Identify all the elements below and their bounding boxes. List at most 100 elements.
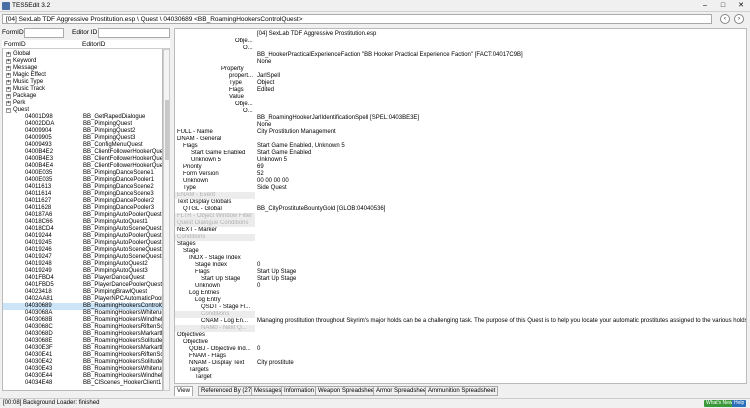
close-button[interactable]: ✕ xyxy=(732,0,750,11)
field-label[interactable]: Start Up Stage xyxy=(175,276,255,283)
record-row[interactable]: 04011627 BB_PimpingDancePooler2 xyxy=(3,198,162,205)
field-label[interactable] xyxy=(175,59,255,66)
record-row[interactable]: 04011613 BB_PimpingDanceScene2 xyxy=(3,184,162,191)
record-tree[interactable]: + Global + Keyword + Message + Magic Effect + Mus… xyxy=(2,49,163,391)
field-label[interactable]: Unknown xyxy=(175,178,255,185)
expand-toggle-icon[interactable]: + xyxy=(6,59,11,64)
record-row[interactable]: 0403068D BB_RoamingHookersMarkarth xyxy=(3,331,162,338)
field-value[interactable]: None xyxy=(257,59,271,66)
expand-toggle-icon[interactable]: + xyxy=(6,80,11,85)
expand-toggle-icon[interactable]: + xyxy=(6,87,11,92)
category-item[interactable]: Perk xyxy=(13,100,25,107)
field-label[interactable]: Priority xyxy=(175,164,255,171)
back-icon[interactable]: ‹ xyxy=(720,14,730,24)
record-tree-scrollbar[interactable] xyxy=(163,49,170,391)
forward-icon[interactable]: › xyxy=(734,14,744,24)
tab-1[interactable]: Referenced By (27) xyxy=(198,386,257,396)
field-label[interactable] xyxy=(175,115,255,122)
field-label[interactable]: Flags xyxy=(175,143,255,150)
field-value[interactable]: 52 xyxy=(257,171,264,178)
record-row[interactable]: 0400E035 BB_PimpingDancePooler1 xyxy=(3,177,162,184)
field-value[interactable]: Start Up Stage xyxy=(257,269,296,276)
record-row[interactable]: 04030689 BB_RoamingHookersControlQ... xyxy=(3,303,162,310)
field-value[interactable]: JarlSpell xyxy=(257,73,280,80)
record-row[interactable]: 0400B4E4 BB_ClientFollowerHookerQuest xyxy=(3,163,162,170)
field-label[interactable]: O... xyxy=(175,108,255,115)
field-value[interactable]: 00 00 00 00 xyxy=(257,178,289,185)
field-label[interactable]: QSDT - Stage Fl... xyxy=(175,304,255,311)
field-value[interactable]: BB_HookerPracticalExperienceFaction "BB … xyxy=(257,52,523,59)
record-row[interactable]: 04001D98 BB_GetRapedDialogue xyxy=(3,114,162,121)
record-row[interactable]: 04009904 BB_PimpingQuest2 xyxy=(3,128,162,135)
record-row[interactable]: 04030E42 BB_RoamingHookersSolitude xyxy=(3,359,162,366)
category-item[interactable]: Music Track xyxy=(13,86,45,93)
field-value[interactable]: 69 xyxy=(257,164,264,171)
field-value[interactable]: Start Up Stage xyxy=(257,276,296,283)
record-row[interactable]: 04034E48 BB_ClScenes_HookerClient1 xyxy=(3,380,162,387)
record-row[interactable]: 04019247 BB_PimpingAutoSceneQuest3 xyxy=(3,254,162,261)
field-label[interactable]: ENAM - Event xyxy=(175,192,255,199)
record-row[interactable]: 0400E035 BB_PimpingDanceScene1 xyxy=(3,170,162,177)
record-row[interactable]: 04009905 BB_PimpingQuest3 xyxy=(3,135,162,142)
category-item[interactable]: Magic Effect xyxy=(13,72,46,79)
tab-5[interactable]: Armor Spreadsheet xyxy=(373,386,432,396)
field-label[interactable]: NAM0 - Next Q... xyxy=(175,325,255,332)
record-row[interactable]: 04018C66 BB_PimpingAutoQuest1 xyxy=(3,219,162,226)
field-label[interactable]: Target xyxy=(175,374,255,381)
record-row[interactable]: 04002DDA BB_PimpingQuest xyxy=(3,121,162,128)
field-label[interactable]: Type xyxy=(175,185,255,192)
field-value[interactable]: City Prostitution Management xyxy=(257,129,336,136)
field-label[interactable]: FLTR - Object Window Filter xyxy=(175,213,255,220)
formid-column-header[interactable]: FormID xyxy=(4,41,26,48)
tab-6[interactable]: Ammunition Spreadsheet xyxy=(425,386,499,396)
field-label[interactable]: Flags xyxy=(175,269,255,276)
record-row[interactable]: 0403068E BB_RoamingHookersSolitude xyxy=(3,338,162,345)
field-value[interactable]: Edited xyxy=(257,87,274,94)
field-value[interactable]: BB_RoamingHookerJarlIdentificationSpell … xyxy=(257,115,419,122)
field-label[interactable]: CNAM - Log En... xyxy=(175,318,255,325)
minimize-button[interactable]: – xyxy=(696,0,714,11)
field-label[interactable]: Unknown xyxy=(175,283,255,290)
field-label[interactable]: Stage Index xyxy=(175,262,255,269)
field-value[interactable]: 0 xyxy=(257,262,260,269)
record-row[interactable]: 04009493 BB_ConfigMenuQuest xyxy=(3,142,162,149)
field-value[interactable]: Unknown 5 xyxy=(257,157,287,164)
field-label[interactable]: DNAM - General xyxy=(175,136,255,143)
field-label[interactable]: Flags xyxy=(175,87,255,94)
editorid-filter-input[interactable] xyxy=(98,28,170,38)
category-item[interactable]: Music Type xyxy=(13,79,43,86)
record-path-field[interactable]: [04] SexLab TDF Aggressive Prostitution.… xyxy=(2,14,712,24)
field-value[interactable]: 0 xyxy=(257,283,260,290)
record-row[interactable]: 04019244 BB_PimpingAutoPoolerQuest2 xyxy=(3,233,162,240)
field-label[interactable]: INDX - Stage Index xyxy=(175,255,255,262)
tab-3[interactable]: Information xyxy=(281,386,318,396)
field-label[interactable]: Text Display Globals xyxy=(175,199,255,206)
record-row[interactable]: 04011614 BB_PimpingDanceScene3 xyxy=(3,191,162,198)
field-value[interactable]: BB_CityProstituteBountyGold [GLOB:040405… xyxy=(257,206,385,213)
editorid-column-header[interactable]: EditorID xyxy=(82,41,105,48)
category-item[interactable]: Global xyxy=(13,51,30,58)
field-label[interactable]: Form Version xyxy=(175,171,255,178)
tab-0[interactable]: View xyxy=(174,386,193,396)
field-label[interactable]: Quest Dialogue Conditions xyxy=(175,220,255,227)
field-label[interactable]: Targets xyxy=(175,367,255,374)
field-value[interactable]: None xyxy=(257,122,271,129)
field-label[interactable]: Log Entry xyxy=(175,297,255,304)
field-label[interactable]: Conditions xyxy=(175,311,255,318)
field-label[interactable] xyxy=(175,122,255,129)
record-row[interactable]: 04019246 BB_PimpingAutoSceneQuest2 xyxy=(3,247,162,254)
record-row[interactable]: 0401FBD4 BB_PlayerDanceQuest xyxy=(3,275,162,282)
record-row[interactable]: 0401FBD5 BB_PlayerDancePoolerQuest xyxy=(3,282,162,289)
category-item[interactable]: Message xyxy=(13,65,37,72)
field-value[interactable]: 0 xyxy=(257,346,260,353)
field-label[interactable]: Objective xyxy=(175,339,255,346)
record-row[interactable]: 0400B4E3 BB_ClientFollowerHookerQuest xyxy=(3,156,162,163)
field-label[interactable]: Stages xyxy=(175,241,255,248)
record-row[interactable]: 04030E43 BB_RoamingHookersWhiterun xyxy=(3,366,162,373)
field-value[interactable]: Start Game Enabled xyxy=(257,150,311,157)
field-value[interactable]: City prostitute xyxy=(257,360,294,367)
field-label[interactable]: FULL - Name xyxy=(175,129,255,136)
maximize-button[interactable]: □ xyxy=(714,0,732,11)
field-label[interactable]: Type xyxy=(175,80,255,87)
category-item[interactable]: Keyword xyxy=(13,58,36,65)
